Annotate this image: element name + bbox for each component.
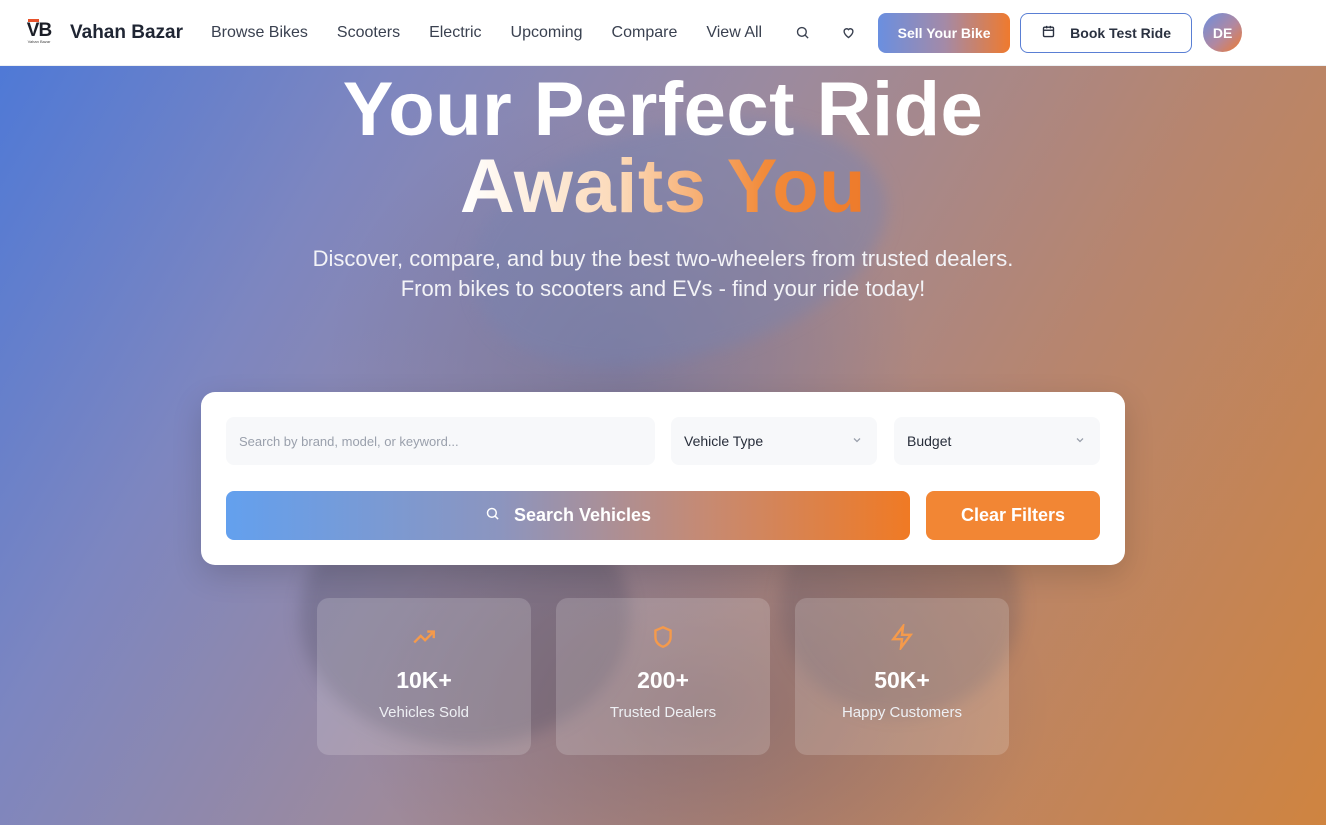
chevron-down-icon — [1074, 433, 1086, 449]
search-vehicles-label: Search Vehicles — [513, 505, 652, 525]
trending-up-icon — [413, 630, 435, 644]
shield-icon — [654, 625, 672, 649]
stat-label: Vehicles Sold — [378, 704, 470, 721]
search-icon — [485, 505, 500, 526]
stat-card-vehicles-sold: 10K+ Vehicles Sold — [317, 598, 531, 755]
nav-link-upcoming[interactable]: Upcoming — [511, 24, 583, 42]
lightning-icon — [890, 624, 914, 650]
stat-value: 200+ — [637, 667, 689, 693]
nav-link-compare[interactable]: Compare — [612, 24, 678, 42]
sell-your-bike-button[interactable]: Sell Your Bike — [878, 12, 1011, 53]
budget-select[interactable]: Budget — [894, 417, 1100, 465]
logo-mark: VB — [26, 18, 52, 41]
nav-link-browse-bikes[interactable]: Browse Bikes — [211, 24, 308, 42]
hero-title-line1: Your Perfect Ride — [342, 67, 984, 152]
heart-icon[interactable] — [838, 23, 858, 43]
clear-filters-button[interactable]: Clear Filters — [926, 491, 1100, 540]
nav-link-view-all[interactable]: View All — [706, 24, 762, 42]
stat-card-happy-customers: 50K+ Happy Customers — [795, 598, 1009, 755]
top-navbar: VB Vahan Bazar Vahan Bazar Browse Bikes … — [0, 0, 1326, 66]
vehicle-type-value: Vehicle Type — [684, 433, 764, 449]
hero-subtitle: Discover, compare, and buy the best two-… — [312, 246, 1014, 301]
stat-label: Happy Customers — [841, 704, 963, 721]
user-avatar[interactable]: DE — [1203, 13, 1243, 52]
budget-value: Budget — [907, 433, 952, 449]
stat-value: 50K+ — [874, 667, 930, 693]
search-icon[interactable] — [792, 23, 812, 43]
search-card: Vehicle Type Budget Search Vehicles Clea… — [201, 392, 1125, 565]
search-input[interactable] — [226, 417, 655, 465]
hero-section: Your Perfect Ride Awaits You Discover, c… — [0, 66, 1326, 825]
stat-card-trusted-dealers: 200+ Trusted Dealers — [556, 598, 770, 755]
nav-link-scooters[interactable]: Scooters — [337, 24, 400, 42]
logo[interactable]: VB Vahan Bazar — [20, 17, 58, 49]
nav-link-electric[interactable]: Electric — [429, 24, 481, 42]
chevron-down-icon — [851, 433, 863, 449]
brand-name[interactable]: Vahan Bazar — [70, 22, 183, 44]
search-vehicles-button[interactable]: Search Vehicles — [226, 491, 910, 540]
stat-label: Trusted Dealers — [609, 704, 717, 721]
book-test-ride-label: Book Test Ride — [1070, 24, 1172, 41]
calendar-icon — [1041, 24, 1056, 42]
book-test-ride-button[interactable]: Book Test Ride — [1020, 12, 1193, 53]
stat-value: 10K+ — [396, 667, 452, 693]
hero-title-line2: Awaits You — [459, 144, 867, 229]
vehicle-type-select[interactable]: Vehicle Type — [671, 417, 877, 465]
